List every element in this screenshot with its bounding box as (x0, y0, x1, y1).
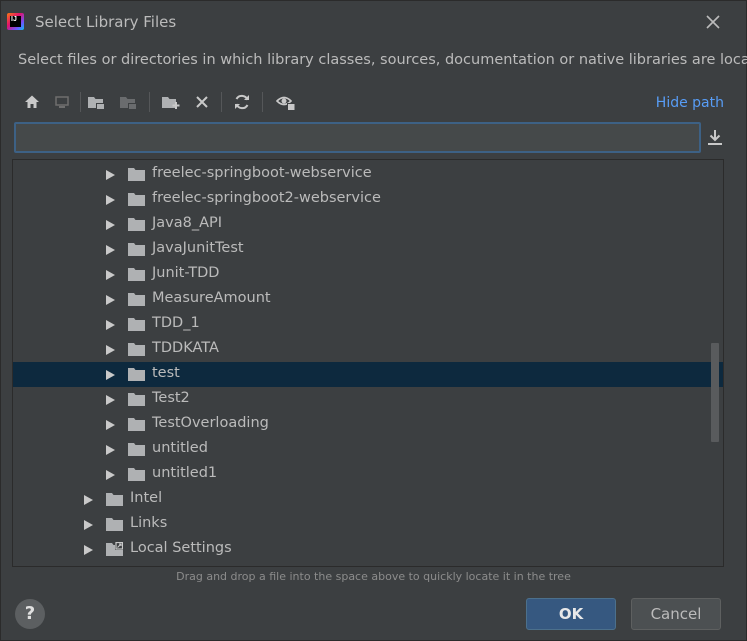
new-folder-icon[interactable] (158, 89, 184, 115)
tree-row-label: TDDKATA (152, 340, 219, 356)
tree-row[interactable]: freelec-springboot-webservice (13, 162, 723, 187)
expand-arrow-icon[interactable] (84, 520, 93, 530)
home-icon[interactable] (19, 89, 45, 115)
tree-row-label: freelec-springboot-webservice (152, 165, 372, 181)
tree-row-label: Junit-TDD (152, 265, 220, 281)
expand-arrow-icon[interactable] (106, 270, 115, 280)
expand-arrow-icon[interactable] (106, 170, 115, 180)
folder-icon (128, 318, 145, 331)
shortcut-folder-icon (106, 542, 123, 556)
drag-drop-hint: Drag and drop a file into the space abov… (176, 570, 571, 583)
show-hidden-icon[interactable] (273, 89, 299, 115)
tree-row-label: MeasureAmount (152, 290, 271, 306)
refresh-icon[interactable] (229, 89, 255, 115)
desktop-icon (49, 89, 75, 115)
dialog-title: Select Library Files (35, 13, 177, 31)
tree-row[interactable]: Intel (13, 487, 723, 512)
tree-scrollbar[interactable] (711, 343, 719, 442)
expand-arrow-icon[interactable] (106, 220, 115, 230)
path-input[interactable] (14, 122, 701, 153)
tree-row[interactable]: Java8_API (13, 212, 723, 237)
tree-row[interactable]: JavaJunitTest (13, 237, 723, 262)
expand-arrow-icon[interactable] (106, 395, 115, 405)
expand-arrow-icon[interactable] (106, 420, 115, 430)
tree-row[interactable]: TestOverloading (13, 412, 723, 437)
tree-row[interactable]: freelec-springboot2-webservice (13, 187, 723, 212)
expand-arrow-icon[interactable] (106, 470, 115, 480)
tree-row[interactable]: untitled1 (13, 462, 723, 487)
download-icon[interactable] (705, 127, 725, 149)
folder-icon (128, 393, 145, 406)
project-folder-icon[interactable] (83, 89, 109, 115)
tree-row-label: TDD_1 (152, 315, 200, 331)
tree-row-label: untitled1 (152, 465, 218, 481)
tree-row-label: Java8_API (152, 215, 223, 231)
tree-row[interactable]: TDDKATA (13, 337, 723, 362)
folder-icon (128, 193, 145, 206)
folder-icon (128, 243, 145, 256)
tree-row[interactable]: MeasureAmount (13, 287, 723, 312)
tree-row[interactable]: test (13, 362, 723, 387)
tree-row-label: TestOverloading (152, 415, 269, 431)
tree-row[interactable]: Local Settings (13, 537, 723, 562)
cancel-button[interactable]: Cancel (631, 598, 721, 630)
tree-row[interactable]: Test2 (13, 387, 723, 412)
expand-arrow-icon[interactable] (84, 495, 93, 505)
delete-icon[interactable] (189, 89, 215, 115)
expand-arrow-icon[interactable] (106, 370, 115, 380)
ok-button[interactable]: OK (526, 598, 616, 630)
folder-icon (128, 468, 145, 481)
app-icon-text: IJ (11, 16, 17, 23)
folder-icon (128, 293, 145, 306)
tree-row[interactable]: untitled (13, 437, 723, 462)
expand-arrow-icon[interactable] (106, 195, 115, 205)
file-tree[interactable]: freelec-springboot-webservice freelec-spr… (12, 159, 724, 567)
folder-icon (128, 418, 145, 431)
tree-row-label: Test2 (152, 390, 190, 406)
help-button[interactable]: ? (15, 599, 45, 629)
expand-arrow-icon[interactable] (106, 345, 115, 355)
tree-row[interactable]: Links (13, 512, 723, 537)
tree-row[interactable]: Junit-TDD (13, 262, 723, 287)
select-library-files-dialog: IJ Select Library Files Select files or … (0, 0, 747, 641)
expand-arrow-icon[interactable] (106, 295, 115, 305)
dialog-description: Select files or directories in which lib… (18, 52, 747, 68)
folder-icon (128, 168, 145, 181)
expand-arrow-icon[interactable] (84, 545, 93, 555)
tree-row-label: untitled (152, 440, 208, 456)
file-chooser-toolbar (15, 89, 735, 115)
folder-icon (128, 343, 145, 356)
folder-icon (106, 493, 123, 506)
folder-icon (128, 268, 145, 281)
folder-icon (128, 443, 145, 456)
tree-row-label: JavaJunitTest (152, 240, 244, 256)
folder-icon (106, 518, 123, 531)
tree-row-label: test (152, 365, 180, 381)
folder-icon (128, 368, 145, 381)
hide-path-link[interactable]: Hide path (656, 95, 724, 111)
tree-row-label: Local Settings (130, 540, 232, 556)
intellij-app-icon: IJ (7, 13, 24, 30)
expand-arrow-icon[interactable] (106, 445, 115, 455)
expand-arrow-icon[interactable] (106, 320, 115, 330)
expand-arrow-icon[interactable] (106, 245, 115, 255)
tree-row[interactable]: TDD_1 (13, 312, 723, 337)
tree-row-label: Links (130, 515, 168, 531)
tree-row-label: freelec-springboot2-webservice (152, 190, 381, 206)
tree-row-label: Intel (130, 490, 163, 506)
module-folder-icon (115, 89, 141, 115)
folder-icon (128, 218, 145, 231)
close-icon[interactable] (702, 11, 724, 33)
title-bar: IJ Select Library Files (1, 1, 746, 43)
